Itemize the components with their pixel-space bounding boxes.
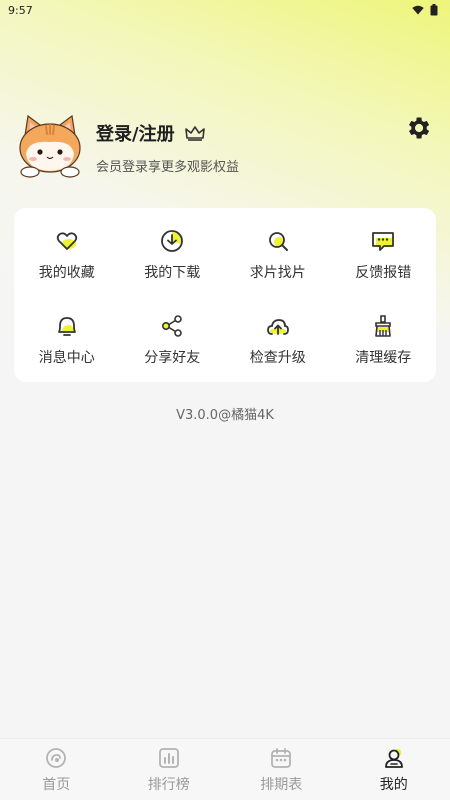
tab-home[interactable]: 首页: [0, 739, 113, 800]
search-icon: [268, 231, 288, 251]
crown-icon: [184, 126, 205, 141]
tab-label: 首页: [42, 776, 71, 793]
grid-label: 分享好友: [144, 349, 201, 366]
grid-item-share[interactable]: 分享好友: [120, 297, 226, 382]
grid-item-update[interactable]: 检查升级: [225, 297, 331, 382]
status-icons: [412, 4, 438, 16]
grid-label: 求片找片: [249, 264, 306, 281]
tab-mine[interactable]: 我的: [338, 739, 450, 800]
profile-title-row: 登录/注册: [96, 120, 205, 146]
grid-label: 检查升级: [249, 349, 306, 366]
calendar-icon: [271, 747, 292, 768]
wifi-icon: [412, 5, 424, 15]
grid-label: 我的下载: [144, 264, 201, 281]
grid-label: 我的收藏: [38, 264, 95, 281]
membership-subtitle: 会员登录享更多观影权益: [96, 160, 240, 175]
grid-item-feedback[interactable]: 反馈报错: [331, 212, 437, 297]
home-icon: [46, 747, 67, 768]
tab-ranking[interactable]: 排行榜: [113, 739, 226, 800]
bell-icon: [57, 316, 76, 336]
user-icon: [384, 748, 403, 768]
tab-label: 我的: [379, 776, 408, 793]
share-icon: [162, 314, 183, 337]
heart-icon: [56, 231, 77, 250]
grid-label: 消息中心: [38, 349, 95, 366]
grid-item-clear-cache[interactable]: 清理缓存: [331, 297, 437, 382]
login-register-link[interactable]: 登录/注册: [96, 120, 175, 146]
tab-label: 排行榜: [147, 776, 190, 793]
grid-label: 反馈报错: [355, 264, 412, 281]
grid-item-downloads[interactable]: 我的下载: [120, 212, 226, 297]
broom-icon: [375, 314, 392, 337]
feature-grid: 我的收藏 我的下载 求片找片 反馈报错 消息中心 分享好友 检查升级 清理缓存: [14, 208, 436, 382]
battery-icon: [430, 4, 438, 16]
version-text: V3.0.0@橘猫4K: [176, 408, 274, 423]
tab-schedule[interactable]: 排期表: [225, 739, 338, 800]
grid-label: 清理缓存: [355, 349, 412, 366]
cat-avatar[interactable]: [16, 112, 84, 178]
profile-section: 登录/注册 会员登录享更多观影权益: [16, 112, 436, 182]
bottom-tab-bar: 首页 排行榜 排期表 我的: [0, 738, 450, 800]
feedback-icon: [372, 231, 395, 251]
grid-item-favorites[interactable]: 我的收藏: [14, 212, 120, 297]
status-bar: 9:57: [0, 0, 450, 20]
grid-item-messages[interactable]: 消息中心: [14, 297, 120, 382]
download-icon: [161, 229, 184, 252]
cloud-upload-icon: [266, 318, 289, 335]
grid-item-request[interactable]: 求片找片: [225, 212, 331, 297]
chart-icon: [158, 747, 179, 768]
tab-label: 排期表: [260, 776, 303, 793]
status-time: 9:57: [8, 3, 33, 17]
gear-icon[interactable]: [404, 114, 432, 142]
